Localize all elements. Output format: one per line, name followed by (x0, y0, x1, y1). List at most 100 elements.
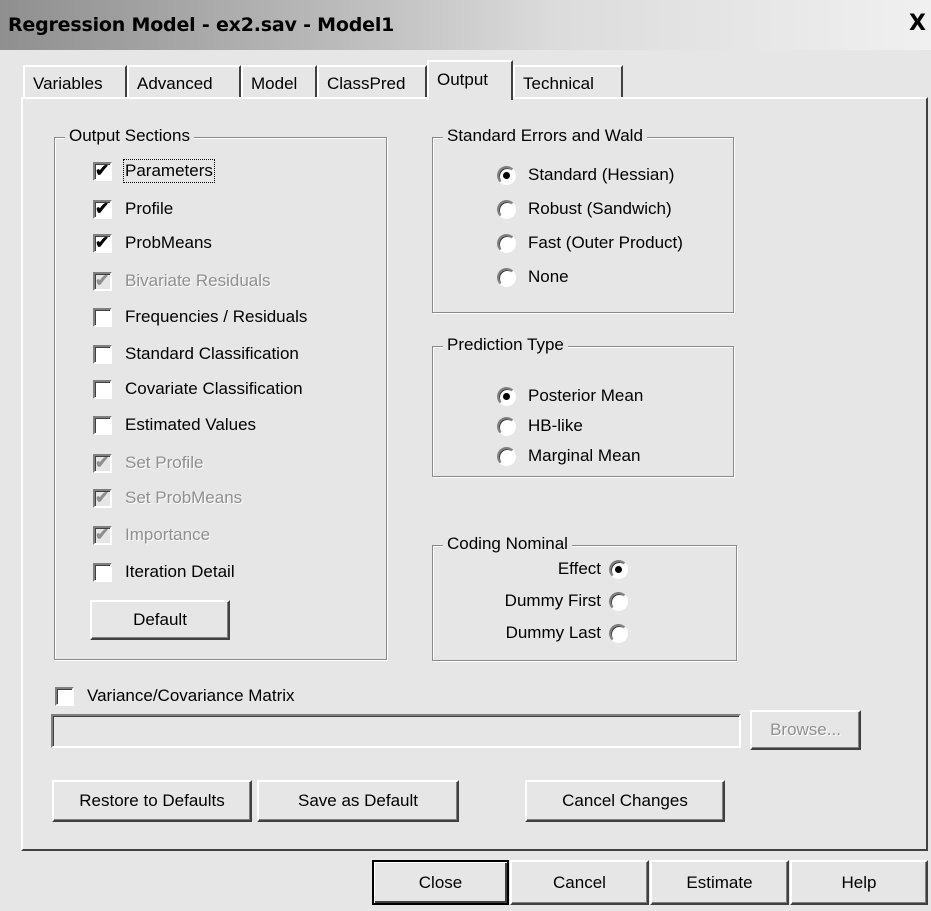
restore-to-defaults-button[interactable]: Restore to Defaults (52, 780, 252, 822)
estimate-button[interactable]: Estimate (650, 860, 789, 905)
checkbox-estimated-values[interactable]: Estimated Values (93, 415, 256, 435)
checkbox-parameters[interactable]: ✔ Parameters (93, 159, 215, 183)
radio-label: Posterior Mean (528, 386, 644, 405)
tab-classpred[interactable]: ClassPred (317, 65, 427, 99)
radio-hb-like[interactable]: HB-like (497, 416, 583, 436)
close-icon[interactable]: X (909, 12, 931, 36)
variance-matrix-path-field[interactable] (51, 714, 741, 748)
check-box: ✔ (93, 525, 112, 545)
check-box: ✔ (93, 487, 112, 508)
check-box: ✔ (93, 452, 112, 473)
check-mark-icon: ✔ (95, 270, 110, 290)
radio-label: Dummy Last (505, 623, 601, 642)
radio-dot-icon (503, 392, 510, 400)
tab-technical[interactable]: Technical (513, 65, 623, 99)
radio-button[interactable] (497, 446, 516, 466)
checkbox-importance: ✔ Importance (93, 525, 210, 545)
check-box: ✔ (93, 270, 112, 291)
check-box[interactable] (93, 415, 112, 435)
check-box[interactable]: ✔ (93, 198, 112, 219)
check-box[interactable] (93, 379, 112, 399)
standard-errors-group: Standard Errors and Wald (432, 126, 734, 313)
radio-marginal-mean[interactable]: Marginal Mean (497, 446, 640, 466)
tab-model[interactable]: Model (241, 65, 317, 99)
radio-button[interactable] (609, 623, 628, 643)
default-button[interactable]: Default (90, 600, 230, 640)
checkbox-covariate-classification[interactable]: Covariate Classification (93, 379, 303, 399)
checkbox-label: Parameters (123, 159, 215, 183)
radio-fast-outer-product[interactable]: Fast (Outer Product) (497, 233, 683, 253)
check-box[interactable]: ✔ (93, 160, 112, 181)
tab-advanced[interactable]: Advanced (127, 65, 241, 99)
radio-effect[interactable]: Effect (558, 559, 628, 579)
radio-button[interactable] (609, 559, 628, 579)
check-mark-icon: ✔ (95, 452, 110, 472)
check-box[interactable] (93, 562, 112, 582)
radio-button[interactable] (497, 233, 516, 253)
prediction-type-title: Prediction Type (443, 335, 568, 355)
checkbox-set-profile: ✔ Set Profile (93, 453, 203, 473)
radio-label: Fast (Outer Product) (528, 233, 683, 252)
checkbox-label: Set ProbMeans (125, 488, 243, 507)
tab-label: Model (251, 74, 298, 93)
check-mark-icon: ✔ (95, 232, 110, 252)
radio-button[interactable] (497, 416, 516, 436)
checkbox-iteration-detail[interactable]: Iteration Detail (93, 562, 235, 582)
radio-label: Dummy First (504, 591, 601, 610)
standard-errors-title: Standard Errors and Wald (443, 126, 647, 146)
cancel-button[interactable]: Cancel (510, 860, 649, 905)
check-box[interactable] (93, 307, 112, 327)
radio-button[interactable] (609, 591, 628, 611)
radio-dummy-first[interactable]: Dummy First (505, 591, 628, 611)
help-button[interactable]: Help (790, 860, 928, 905)
coding-nominal-title: Coding Nominal (443, 534, 572, 554)
title-bar[interactable]: Regression Model - ex2.sav - Model1 X (0, 0, 931, 50)
checkbox-label: Iteration Detail (125, 562, 235, 581)
browse-button: Browse... (750, 710, 861, 750)
check-mark-icon: ✔ (95, 198, 110, 218)
save-as-default-button[interactable]: Save as Default (257, 780, 459, 822)
radio-label: Robust (Sandwich) (528, 199, 672, 218)
radio-robust-sandwich[interactable]: Robust (Sandwich) (497, 199, 672, 219)
window-title: Regression Model - ex2.sav - Model1 (8, 14, 395, 36)
checkbox-probmeans[interactable]: ✔ ProbMeans (93, 233, 212, 253)
radio-button[interactable] (497, 199, 516, 219)
output-sections-title: Output Sections (65, 126, 194, 146)
checkbox-label: Importance (125, 525, 211, 544)
checkbox-label: Bivariate Residuals (125, 271, 271, 290)
dialog-window: Regression Model - ex2.sav - Model1 X Va… (0, 0, 931, 911)
radio-label: Marginal Mean (528, 446, 641, 465)
check-mark-icon: ✔ (95, 487, 110, 507)
radio-button[interactable] (497, 386, 516, 406)
tab-variables[interactable]: Variables (23, 65, 127, 99)
cancel-changes-button[interactable]: Cancel Changes (525, 780, 725, 822)
checkbox-standard-classification[interactable]: Standard Classification (93, 344, 299, 364)
checkbox-frequencies-residuals[interactable]: Frequencies / Residuals (93, 307, 307, 327)
check-mark-icon: ✔ (95, 160, 110, 180)
tab-label: Output (437, 70, 489, 89)
close-button[interactable]: Close (372, 860, 509, 905)
checkbox-label: Profile (125, 199, 174, 218)
checkbox-profile[interactable]: ✔ Profile (93, 199, 173, 219)
checkbox-bivariate-residuals: ✔ Bivariate Residuals (93, 271, 271, 291)
radio-label: HB-like (528, 416, 583, 435)
radio-posterior-mean[interactable]: Posterior Mean (497, 386, 643, 406)
checkbox-label: Estimated Values (125, 415, 257, 434)
checkbox-label: Covariate Classification (125, 379, 303, 398)
checkbox-variance-covariance-matrix[interactable]: Variance/Covariance Matrix (55, 686, 295, 706)
check-box[interactable] (93, 344, 112, 364)
checkbox-label: Set Profile (125, 453, 204, 472)
checkbox-set-probmeans: ✔ Set ProbMeans (93, 488, 242, 508)
check-box[interactable]: ✔ (93, 232, 112, 253)
checkbox-label: ProbMeans (125, 233, 212, 252)
radio-dot-icon (503, 171, 510, 179)
radio-standard-hessian[interactable]: Standard (Hessian) (497, 165, 674, 185)
check-box[interactable] (55, 686, 74, 706)
radio-none[interactable]: None (497, 267, 569, 287)
tab-output[interactable]: Output (427, 60, 513, 100)
radio-label: Effect (557, 559, 601, 578)
radio-button[interactable] (497, 165, 516, 185)
radio-button[interactable] (497, 267, 516, 287)
checkbox-label: Variance/Covariance Matrix (87, 686, 295, 705)
radio-dummy-last[interactable]: Dummy Last (506, 623, 628, 643)
